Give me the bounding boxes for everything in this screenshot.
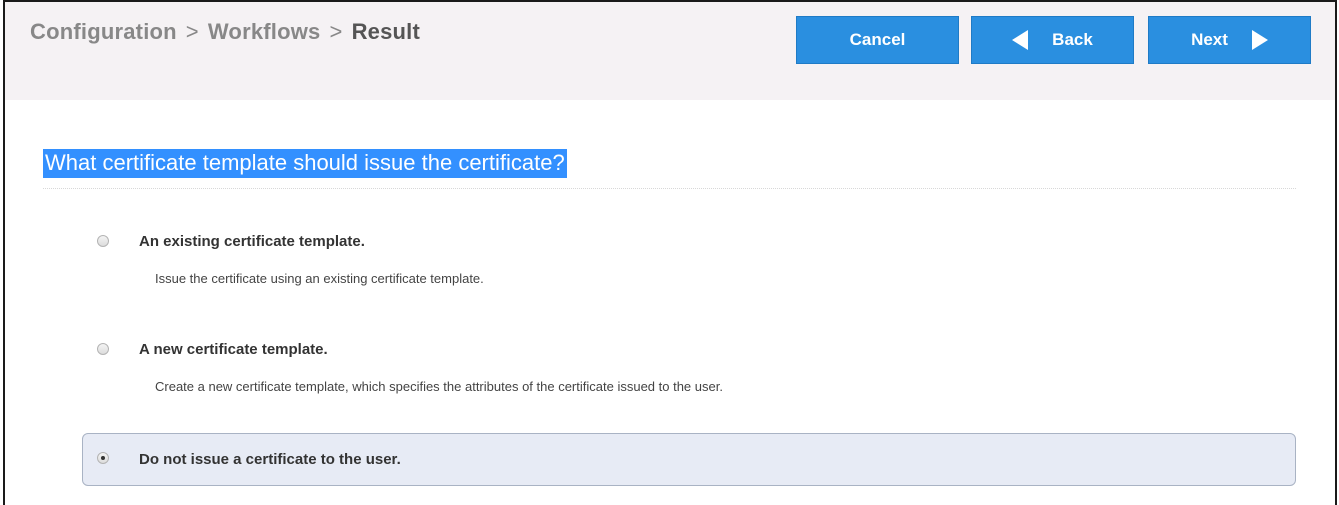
arrow-left-icon [1012, 30, 1029, 50]
radio-button[interactable] [97, 235, 109, 247]
next-button-label: Next [1191, 30, 1228, 49]
option-title[interactable]: Do not issue a certificate to the user. [139, 451, 401, 468]
breadcrumb-separator: > [329, 19, 343, 44]
back-button-label: Back [1052, 30, 1093, 49]
option-description: Issue the certificate using an existing … [155, 271, 484, 286]
wizard-frame: Configuration > Workflows > Result Cancel Ba… [3, 0, 1337, 505]
breadcrumb-item-workflows[interactable]: Workflows [208, 19, 321, 44]
question-heading: What certificate template should issue t… [43, 149, 567, 178]
option-title[interactable]: An existing certificate template. [139, 233, 365, 250]
divider [43, 188, 1296, 189]
breadcrumb-current: Result [351, 19, 420, 44]
option-description: Create a new certificate template, which… [155, 379, 723, 394]
wizard-header: Configuration > Workflows > Result Cancel Ba… [5, 2, 1335, 100]
cancel-button-label: Cancel [849, 30, 906, 49]
option-title[interactable]: A new certificate template. [139, 341, 328, 358]
radio-button[interactable] [97, 343, 109, 355]
breadcrumb-separator: > [185, 19, 199, 44]
next-button[interactable]: Next [1148, 16, 1311, 64]
back-button[interactable]: Back [971, 16, 1134, 64]
arrow-right-icon [1251, 30, 1268, 50]
breadcrumb: Configuration > Workflows > Result [30, 19, 420, 45]
cancel-button[interactable]: Cancel [796, 16, 959, 64]
radio-button-selected[interactable] [97, 452, 109, 464]
breadcrumb-item-configuration[interactable]: Configuration [30, 19, 177, 44]
